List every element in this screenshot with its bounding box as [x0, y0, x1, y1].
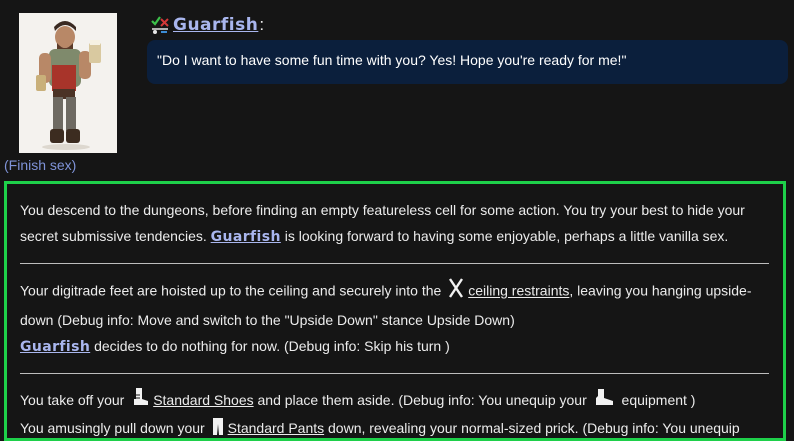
log-text: Your digitrade feet are hoisted up to th… — [20, 282, 446, 299]
pants-icon — [211, 416, 225, 438]
mood-check-icon — [150, 15, 170, 35]
x-restraint-icon — [447, 277, 465, 307]
log-text: You amusingly pull down your — [20, 420, 209, 437]
log-paragraph-1: You descend to the dungeons, before find… — [20, 197, 769, 250]
log-text: down, revealing your normal-sized prick.… — [324, 420, 740, 437]
boot-icon — [593, 387, 615, 415]
log-text: You take off your — [20, 392, 129, 408]
npc-name-link[interactable]: Guarfish — [20, 339, 90, 355]
action-log: You descend to the dungeons, before find… — [4, 181, 786, 441]
ceiling-restraints-link[interactable]: ceiling restraints — [468, 283, 569, 299]
log-text: and place them aside. (Debug info: You u… — [253, 392, 591, 408]
standard-pants-link[interactable]: Standard Pants — [228, 420, 325, 436]
standard-shoes-link[interactable]: Standard Shoes — [153, 392, 253, 408]
log-text: is looking forward to having some enjoya… — [280, 228, 729, 244]
speaker-colon: : — [259, 15, 265, 34]
log-paragraph-5: You amusingly pull down your Standard Pa… — [20, 415, 769, 438]
log-paragraph-4: You take off your Standard Shoes and pla… — [20, 387, 769, 415]
speech-text: "Do I want to have some fun time with yo… — [157, 52, 627, 68]
log-text: equipment ) — [617, 392, 696, 408]
log-separator — [20, 263, 769, 264]
shoe-icon — [130, 387, 150, 415]
npc-name-link[interactable]: Guarfish — [211, 229, 281, 245]
finish-sex-link[interactable]: (Finish sex) — [4, 157, 76, 173]
speaker-line: Guarfish : — [150, 14, 264, 36]
speech-bubble: "Do I want to have some fun time with yo… — [147, 40, 788, 84]
log-paragraph-3: Guarfish decides to do nothing for now. … — [20, 333, 769, 360]
log-separator — [20, 373, 769, 374]
log-text: decides to do nothing for now. (Debug in… — [90, 338, 450, 354]
log-paragraph-2: Your digitrade feet are hoisted up to th… — [20, 277, 769, 333]
speaker-name[interactable]: Guarfish — [173, 15, 258, 35]
npc-portrait — [19, 13, 117, 153]
